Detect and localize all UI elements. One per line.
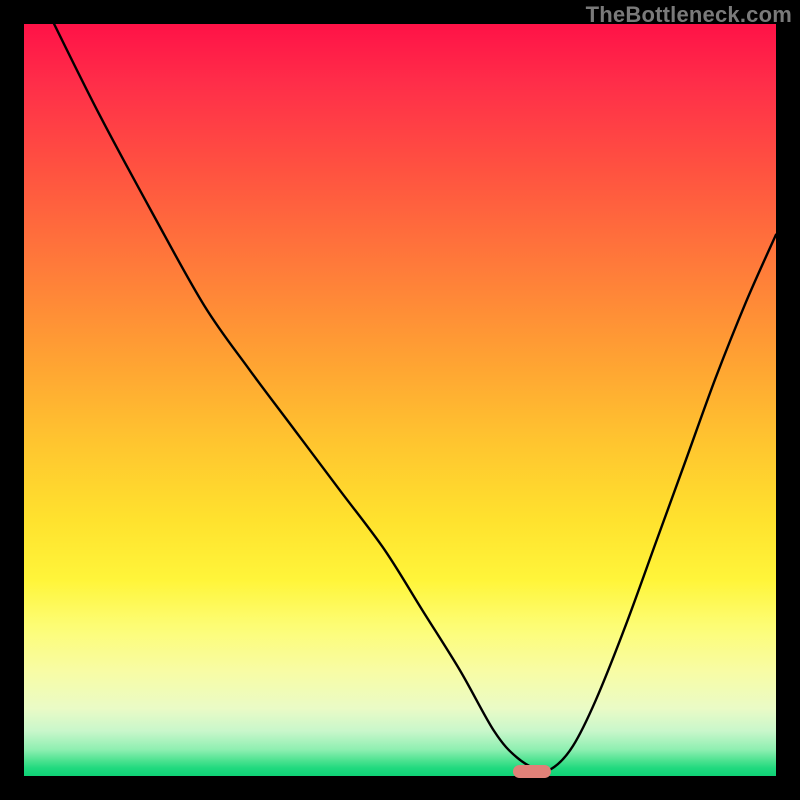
plot-area — [24, 24, 776, 776]
chart-frame: TheBottleneck.com — [0, 0, 800, 800]
bottleneck-curve — [24, 24, 776, 776]
optimal-marker — [513, 765, 551, 778]
